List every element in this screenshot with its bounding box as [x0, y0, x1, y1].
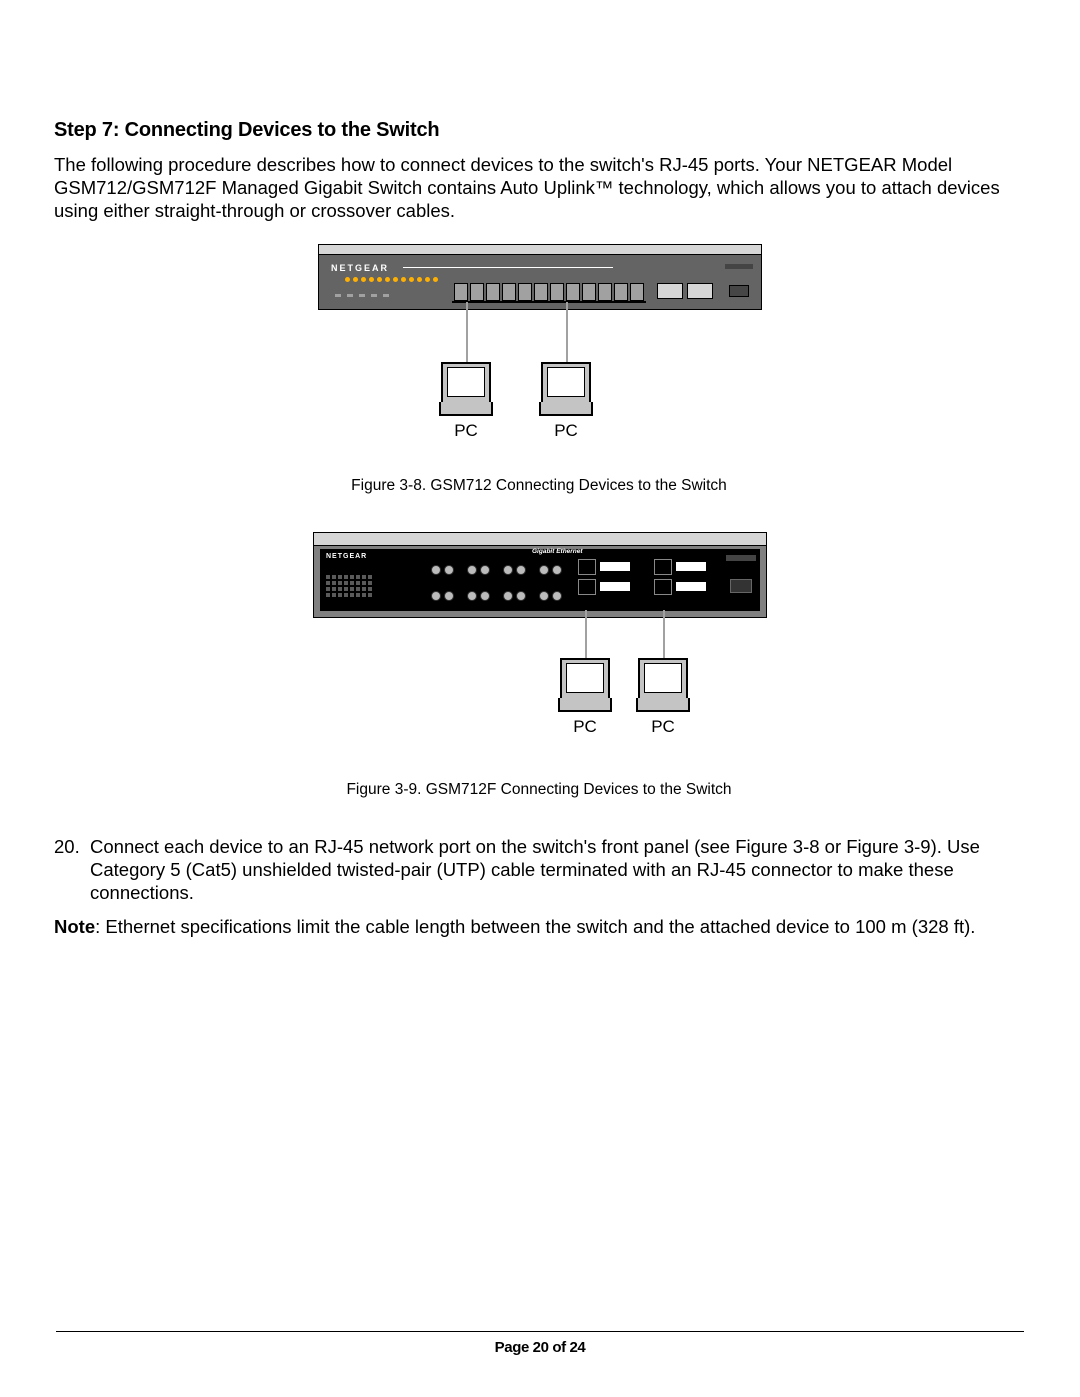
fiber-port-grid	[424, 559, 568, 607]
pc-label: PC	[635, 716, 691, 737]
pc-label: PC	[438, 420, 494, 441]
figure-caption: Figure 3-8. GSM712 Connecting Devices to…	[54, 476, 1024, 495]
rj45-combo-ports	[578, 559, 630, 595]
step-number: 20.	[54, 835, 90, 904]
pc-label: PC	[538, 420, 594, 441]
intro-paragraph: The following procedure describes how to…	[54, 153, 1024, 222]
section-heading: Step 7: Connecting Devices to the Switch	[54, 118, 1024, 143]
rj45-combo-ports	[654, 559, 706, 595]
numbered-step: 20. Connect each device to an RJ-45 netw…	[54, 835, 1024, 904]
serial-port	[730, 579, 752, 593]
cable-icon	[466, 302, 468, 364]
note-label: Note	[54, 916, 95, 937]
switch-brand-label: NETGEAR	[331, 264, 389, 273]
switch-brand-label: NETGEAR	[326, 553, 367, 560]
step-text: Connect each device to an RJ-45 network …	[90, 835, 1024, 904]
figure-gsm712f: NETGEAR Gigabit Ethernet	[54, 532, 1024, 799]
gigabit-ethernet-label: Gigabit Ethernet	[532, 549, 583, 556]
cable-icon	[663, 610, 665, 660]
page-footer: Page 20 of 24	[56, 1331, 1024, 1355]
pc-label: PC	[557, 716, 613, 737]
gbic-slots	[657, 283, 713, 299]
cable-icon	[566, 302, 568, 364]
pc-icon: PC	[438, 362, 494, 441]
pc-icon: PC	[557, 658, 613, 737]
note-text: : Ethernet specifications limit the cabl…	[95, 916, 975, 937]
figure-caption: Figure 3-9. GSM712F Connecting Devices t…	[54, 780, 1024, 799]
switch-gsm712-illustration: NETGEAR	[318, 244, 762, 310]
switch-gsm712f-illustration: NETGEAR Gigabit Ethernet	[313, 532, 767, 618]
pc-icon: PC	[538, 362, 594, 441]
cable-icon	[585, 610, 587, 660]
note-paragraph: Note: Ethernet specifications limit the …	[54, 915, 1024, 938]
rj45-port-row	[454, 283, 644, 301]
pc-icon: PC	[635, 658, 691, 737]
serial-port	[729, 285, 749, 297]
figure-gsm712: NETGEAR PC	[54, 244, 1024, 495]
page-number: Page 20 of 24	[56, 1340, 1024, 1355]
